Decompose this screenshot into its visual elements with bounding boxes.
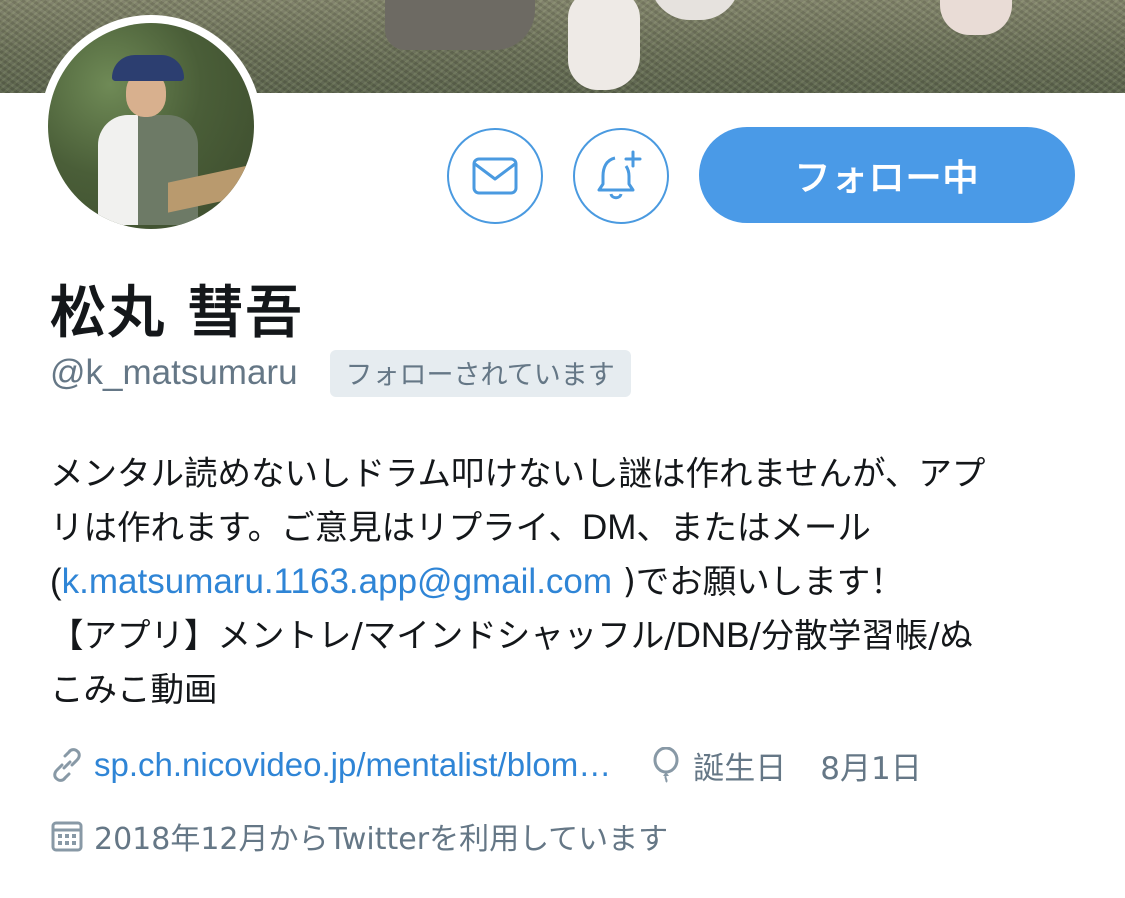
bio-text: リは作れます。ご意見はリプライ、: [50, 508, 582, 547]
mail-icon: [472, 157, 518, 195]
handle-row: @k_matsumaru フォローされています: [50, 349, 631, 397]
bio-text: DM: [581, 508, 637, 547]
bio-line: リは作れます。ご意見はリプライ、DM、またはメール: [50, 501, 1080, 555]
banner-bag-shape: [385, 0, 535, 50]
profile-url-link[interactable]: sp.ch.nicovideo.jp/mentalist/blom…: [94, 746, 611, 784]
profile-bio: メンタル読めないしドラム叩けないし謎は作れませんが、アプ リは作れます。ご意見は…: [50, 447, 1080, 717]
joined-row: 2018年12月からTwitterを利用しています: [50, 813, 668, 859]
banner-cat-paw-2: [650, 0, 740, 20]
bio-line: 【アプリ】メントレ/マインドシャッフル/DNB/分散学習帳/ぬ: [50, 609, 1080, 663]
message-button[interactable]: [447, 128, 543, 224]
notifications-button[interactable]: [573, 128, 669, 224]
bio-text: 【アプリ】メントレ/マインドシャッフル/: [50, 616, 676, 655]
bio-text: /分散学習帳/ぬ: [749, 616, 974, 655]
bio-text: (: [50, 562, 62, 601]
banner-cat-paw: [568, 0, 640, 90]
joined-date: 2018年12月からTwitterを利用しています: [94, 822, 669, 857]
banner-leg-shape: [940, 0, 1012, 35]
display-name: 松丸 彗吾: [50, 281, 304, 346]
bio-text: 、またはメール: [636, 508, 871, 547]
bio-line: (k.matsumaru.1163.app@gmail.com )でお願いします…: [50, 555, 1080, 609]
birthday-label: 誕生日: [693, 750, 787, 787]
following-button[interactable]: フォロー中: [699, 127, 1075, 223]
bell-plus-icon: [597, 150, 642, 200]
follows-you-badge: フォローされています: [329, 349, 631, 397]
bio-line: メンタル読めないしドラム叩けないし謎は作れませんが、アプ: [50, 454, 986, 493]
birthday-value: 8月1日: [820, 750, 922, 787]
balloon-icon: [649, 747, 683, 783]
calendar-icon: [50, 819, 84, 853]
avatar[interactable]: [40, 15, 262, 237]
bio-text: )でお願いします！: [612, 562, 904, 601]
profile-meta-row: sp.ch.nicovideo.jp/mentalist/blom… 誕生日 8…: [50, 742, 922, 788]
link-icon: [50, 748, 84, 782]
avatar-image: [48, 23, 254, 229]
avatar-figure-cap: [112, 55, 184, 81]
bio-email-link[interactable]: k.matsumaru.1163.app@gmail.com: [62, 562, 612, 601]
bio-line: こみこ動画: [50, 670, 218, 709]
birthday: 誕生日 8月1日: [649, 743, 922, 788]
user-handle: @k_matsumaru: [50, 353, 298, 392]
bio-text: DNB: [675, 616, 750, 655]
